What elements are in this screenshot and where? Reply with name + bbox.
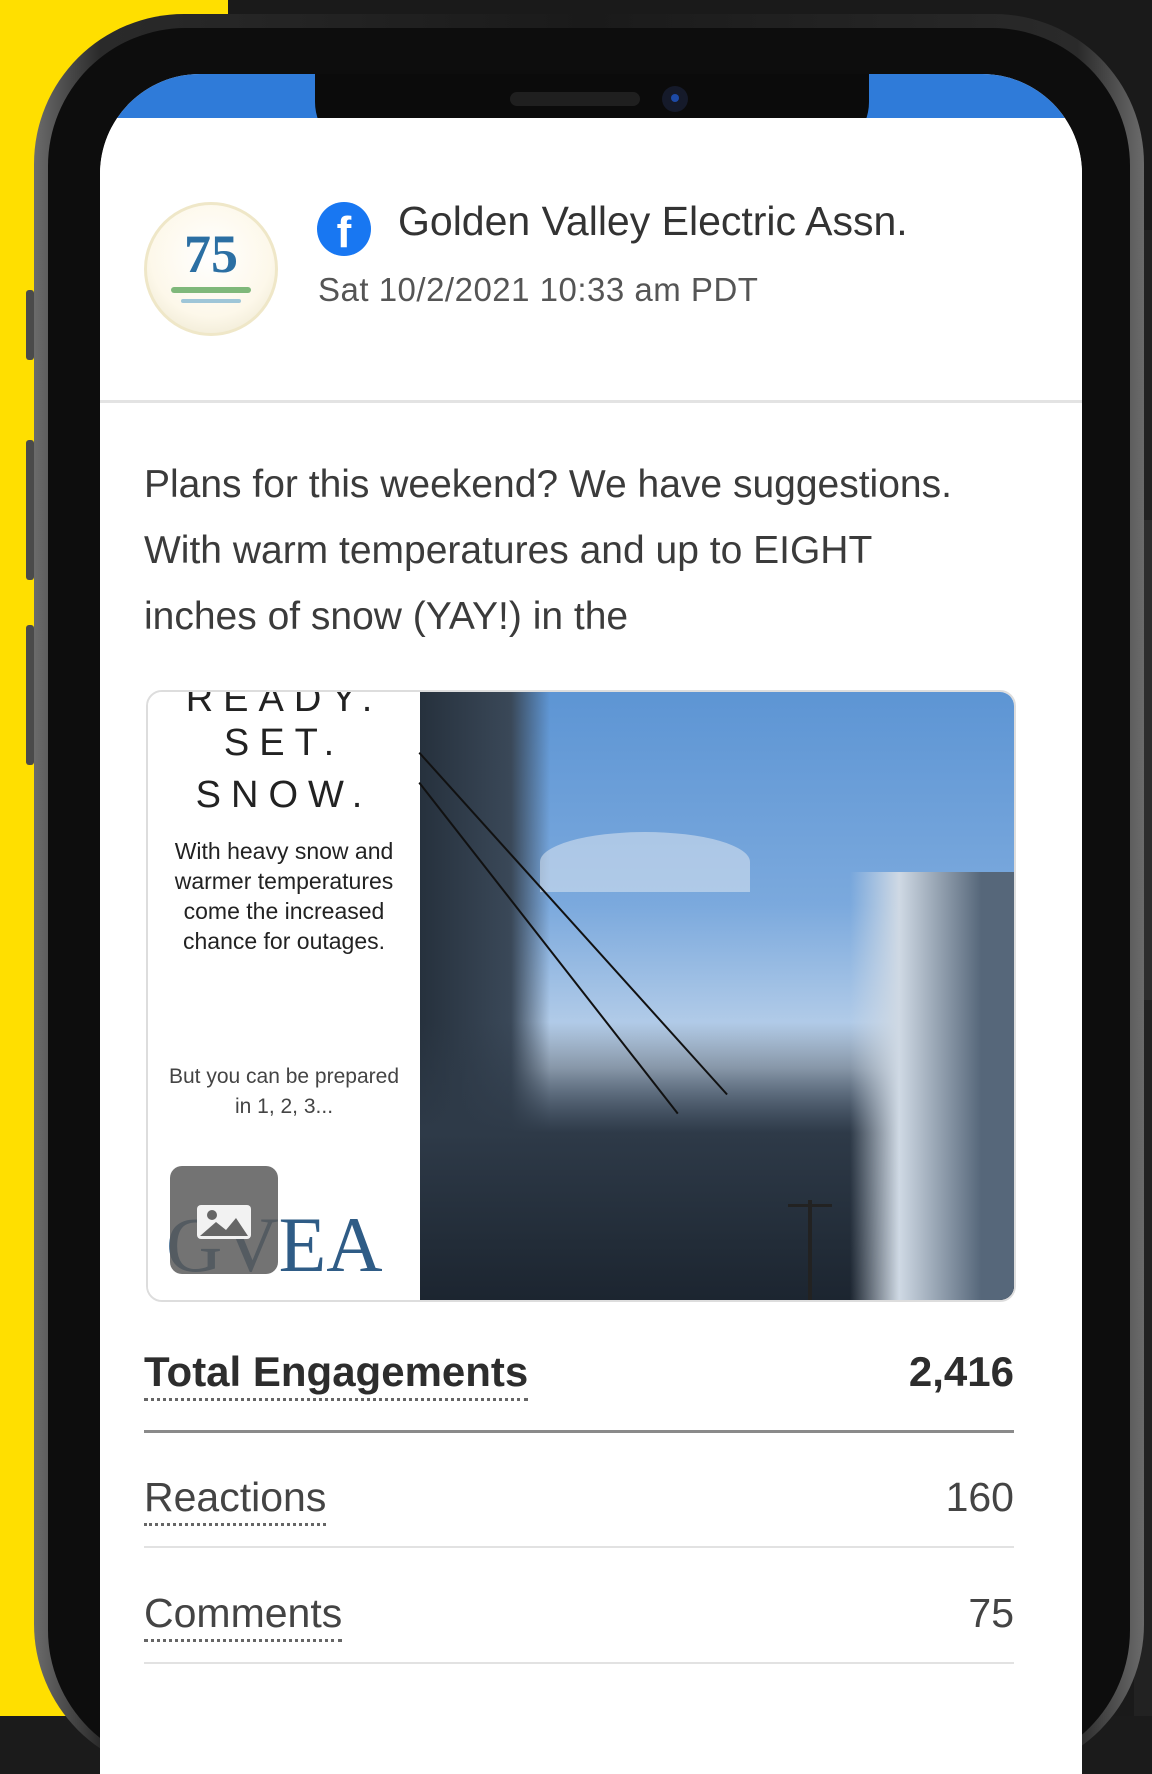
reactions-divider xyxy=(144,1546,1014,1548)
image-icon[interactable] xyxy=(170,1166,278,1274)
front-camera xyxy=(662,86,688,112)
speaker-grille xyxy=(510,92,640,106)
image-description: With heavy snow and warmer temperatures … xyxy=(174,838,394,954)
post-text-body: Plans for this weekend? We have suggesti… xyxy=(144,463,952,638)
mute-switch xyxy=(26,290,34,360)
image-heading-ready: READY. xyxy=(185,690,383,720)
volume-up-button xyxy=(26,440,34,580)
post-card: 75 f Golden Valley Electric Assn. Sat 10… xyxy=(100,118,1082,1774)
image-text-panel: READY. SET. SNOW. With heavy snow and wa… xyxy=(148,692,420,1300)
comments-value: 75 xyxy=(968,1590,1014,1636)
header-divider xyxy=(100,400,1082,403)
image-heading-set: SET. xyxy=(223,722,345,764)
snowy-trees-photo xyxy=(418,692,1014,1300)
total-divider xyxy=(144,1430,1014,1433)
comments-divider xyxy=(144,1662,1014,1664)
post-timestamp: Sat 10/2/2021 10:33 am PDT xyxy=(318,271,759,308)
post-image[interactable]: READY. SET. SNOW. With heavy snow and wa… xyxy=(146,690,1016,1302)
total-engagements-label[interactable]: Total Engagements xyxy=(144,1348,529,1401)
total-engagements-value: 2,416 xyxy=(908,1348,1014,1395)
image-heading-snow: SNOW. xyxy=(195,774,373,816)
phone-screen: 75 f Golden Valley Electric Assn. Sat 10… xyxy=(100,74,1082,1774)
page-name[interactable]: Golden Valley Electric Assn. xyxy=(398,198,908,245)
volume-down-button xyxy=(26,625,34,765)
image-note: But you can be prepared in 1, 2, 3... xyxy=(169,1065,399,1118)
reactions-label[interactable]: Reactions xyxy=(144,1474,327,1526)
comments-label[interactable]: Comments xyxy=(144,1590,343,1642)
avatar-text: 75 xyxy=(184,224,238,284)
page-avatar[interactable]: 75 xyxy=(144,202,278,336)
facebook-icon: f xyxy=(317,202,371,257)
post-text: Plans for this weekend? We have suggesti… xyxy=(144,452,964,650)
reactions-value: 160 xyxy=(945,1474,1014,1520)
